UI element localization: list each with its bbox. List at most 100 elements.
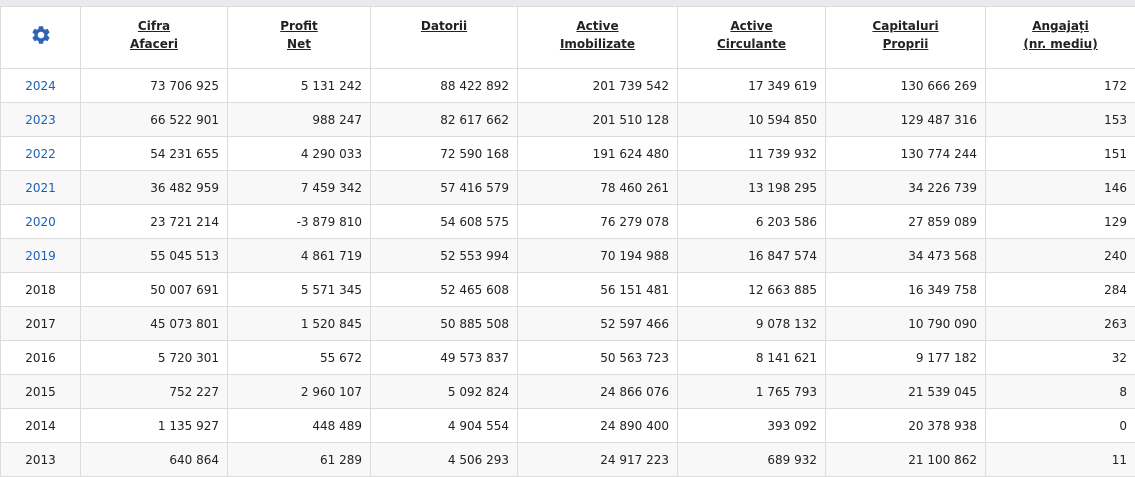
year-cell: 2018 xyxy=(1,273,81,307)
cell-cifra-afaceri: 73 706 925 xyxy=(81,69,228,103)
cell-active-circulante: 393 092 xyxy=(678,409,826,443)
cell-cifra-afaceri: 23 721 214 xyxy=(81,205,228,239)
header-label-line1[interactable]: Datorii xyxy=(375,17,513,35)
header-label-line1[interactable]: Active xyxy=(522,17,673,35)
year-link[interactable]: 2022 xyxy=(25,147,56,161)
cell-profit-net: 7 459 342 xyxy=(228,171,371,205)
table-row: 2019 55 045 5134 861 71952 553 99470 194 … xyxy=(1,239,1135,273)
header-capitaluri-proprii[interactable]: Capitaluri Proprii xyxy=(826,7,986,69)
cell-angajati: 11 xyxy=(986,443,1135,477)
year-link[interactable]: 2019 xyxy=(25,249,56,263)
table-row: 202136 482 9597 459 34257 416 57978 460 … xyxy=(1,171,1135,205)
cell-active-circulante: 12 663 885 xyxy=(678,273,826,307)
cell-profit-net: 55 672 xyxy=(228,341,371,375)
cell-capitaluri-proprii: 130 774 244 xyxy=(826,137,986,171)
cell-capitaluri-proprii: 129 487 316 xyxy=(826,103,986,137)
cell-active-imobilizate: 191 624 480 xyxy=(518,137,678,171)
table-row: 201745 073 8011 520 84550 885 50852 597 … xyxy=(1,307,1135,341)
header-angajati[interactable]: Angajați (nr. mediu) xyxy=(986,7,1135,69)
cell-active-circulante: 6 203 586 xyxy=(678,205,826,239)
cell-active-imobilizate: 56 151 481 xyxy=(518,273,678,307)
cell-cifra-afaceri: 640 864 xyxy=(81,443,228,477)
cell-angajati: 172 xyxy=(986,69,1135,103)
year-cell[interactable]: 2020 xyxy=(1,205,81,239)
cell-active-circulante: 9 078 132 xyxy=(678,307,826,341)
cell-cifra-afaceri: 66 522 901 xyxy=(81,103,228,137)
header-label-line1[interactable]: Capitaluri xyxy=(830,17,981,35)
cell-datorii: 72 590 168 xyxy=(371,137,518,171)
table-row: 201850 007 6915 571 34552 465 60856 151 … xyxy=(1,273,1135,307)
header-label-line1[interactable]: Active xyxy=(682,17,821,35)
cell-active-circulante: 1 765 793 xyxy=(678,375,826,409)
header-datorii[interactable]: Datorii xyxy=(371,7,518,69)
header-label-line2[interactable]: Imobilizate xyxy=(522,35,673,53)
cell-active-imobilizate: 24 917 223 xyxy=(518,443,678,477)
cell-capitaluri-proprii: 130 666 269 xyxy=(826,69,986,103)
cell-angajati: 0 xyxy=(986,409,1135,443)
cell-datorii: 88 422 892 xyxy=(371,69,518,103)
cell-active-circulante: 689 932 xyxy=(678,443,826,477)
header-label-line1[interactable]: Profit xyxy=(232,17,366,35)
header-active-circulante[interactable]: Active Circulante xyxy=(678,7,826,69)
header-label-line1[interactable]: Angajați xyxy=(990,17,1131,35)
header-label-line2[interactable]: Proprii xyxy=(830,35,981,53)
year-cell[interactable]: 2019 xyxy=(1,239,81,273)
cell-cifra-afaceri: 55 045 513 xyxy=(81,239,228,273)
cell-active-circulante: 10 594 850 xyxy=(678,103,826,137)
cell-angajati: 153 xyxy=(986,103,1135,137)
header-label-line2[interactable]: Circulante xyxy=(682,35,821,53)
cell-active-imobilizate: 201 510 128 xyxy=(518,103,678,137)
year-cell[interactable]: 2024 xyxy=(1,69,81,103)
header-label-line2[interactable]: Afaceri xyxy=(85,35,223,53)
cell-profit-net: 61 289 xyxy=(228,443,371,477)
year-cell: 2016 xyxy=(1,341,81,375)
cell-cifra-afaceri: 50 007 691 xyxy=(81,273,228,307)
cell-active-circulante: 17 349 619 xyxy=(678,69,826,103)
table-row: 20141 135 927448 4894 904 55424 890 4003… xyxy=(1,409,1135,443)
year-label: 2016 xyxy=(25,351,56,365)
cell-cifra-afaceri: 5 720 301 xyxy=(81,341,228,375)
cell-datorii: 4 506 293 xyxy=(371,443,518,477)
cell-cifra-afaceri: 45 073 801 xyxy=(81,307,228,341)
header-active-imobilizate[interactable]: Active Imobilizate xyxy=(518,7,678,69)
cell-profit-net: 5 571 345 xyxy=(228,273,371,307)
cell-datorii: 82 617 662 xyxy=(371,103,518,137)
cell-profit-net: 4 861 719 xyxy=(228,239,371,273)
cell-profit-net: 4 290 033 xyxy=(228,137,371,171)
year-link[interactable]: 2021 xyxy=(25,181,56,195)
header-label-line1[interactable]: Cifra xyxy=(85,17,223,35)
year-cell: 2017 xyxy=(1,307,81,341)
table-row: 2023 66 522 901988 24782 617 662201 510 1… xyxy=(1,103,1135,137)
cell-active-imobilizate: 70 194 988 xyxy=(518,239,678,273)
cell-capitaluri-proprii: 20 378 938 xyxy=(826,409,986,443)
header-cifra-afaceri[interactable]: Cifra Afaceri xyxy=(81,7,228,69)
cell-active-circulante: 13 198 295 xyxy=(678,171,826,205)
cell-profit-net: 988 247 xyxy=(228,103,371,137)
cell-profit-net: 2 960 107 xyxy=(228,375,371,409)
cell-capitaluri-proprii: 34 473 568 xyxy=(826,239,986,273)
cell-angajati: 8 xyxy=(986,375,1135,409)
cell-active-imobilizate: 78 460 261 xyxy=(518,171,678,205)
year-label: 2014 xyxy=(25,419,56,433)
header-label-line2[interactable]: (nr. mediu) xyxy=(990,35,1131,53)
gear-icon[interactable] xyxy=(30,24,52,46)
year-cell: 2013 xyxy=(1,443,81,477)
year-cell[interactable]: 2023 xyxy=(1,103,81,137)
cell-angajati: 240 xyxy=(986,239,1135,273)
header-label-line2[interactable]: Net xyxy=(232,35,366,53)
table-body: 202473 706 9255 131 24288 422 892201 739… xyxy=(1,69,1135,477)
year-link[interactable]: 2020 xyxy=(25,215,56,229)
cell-active-imobilizate: 76 279 078 xyxy=(518,205,678,239)
cell-active-imobilizate: 52 597 466 xyxy=(518,307,678,341)
cell-cifra-afaceri: 752 227 xyxy=(81,375,228,409)
year-cell[interactable]: 2022 xyxy=(1,137,81,171)
cell-angajati: 32 xyxy=(986,341,1135,375)
cell-angajati: 151 xyxy=(986,137,1135,171)
year-cell[interactable]: 2021 xyxy=(1,171,81,205)
header-profit-net[interactable]: Profit Net xyxy=(228,7,371,69)
year-link[interactable]: 2024 xyxy=(25,79,56,93)
cell-datorii: 52 553 994 xyxy=(371,239,518,273)
year-link[interactable]: 2023 xyxy=(25,113,56,127)
cell-datorii: 4 904 554 xyxy=(371,409,518,443)
cell-datorii: 54 608 575 xyxy=(371,205,518,239)
